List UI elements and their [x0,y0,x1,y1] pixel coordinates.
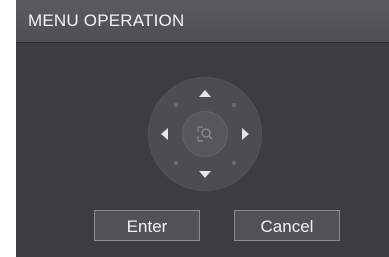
dpad-tick [232,103,236,107]
dpad-tick [232,161,236,165]
direction-pad [148,77,262,191]
zoom-button[interactable] [183,112,227,156]
arrow-down-icon[interactable] [199,171,211,178]
enter-button[interactable]: Enter [94,210,200,241]
menu-operation-dialog: MENU OPERATION Enter Cancel [16,0,389,257]
dialog-body: Enter Cancel [16,43,389,257]
arrow-left-icon[interactable] [161,128,168,140]
arrow-right-icon[interactable] [242,128,249,140]
cancel-button[interactable]: Cancel [234,210,340,241]
title-bar: MENU OPERATION [16,0,389,43]
dialog-title: MENU OPERATION [28,11,185,30]
dpad-tick [174,103,178,107]
arrow-up-icon[interactable] [199,90,211,97]
zoom-icon [197,126,213,142]
dpad-tick [174,161,178,165]
